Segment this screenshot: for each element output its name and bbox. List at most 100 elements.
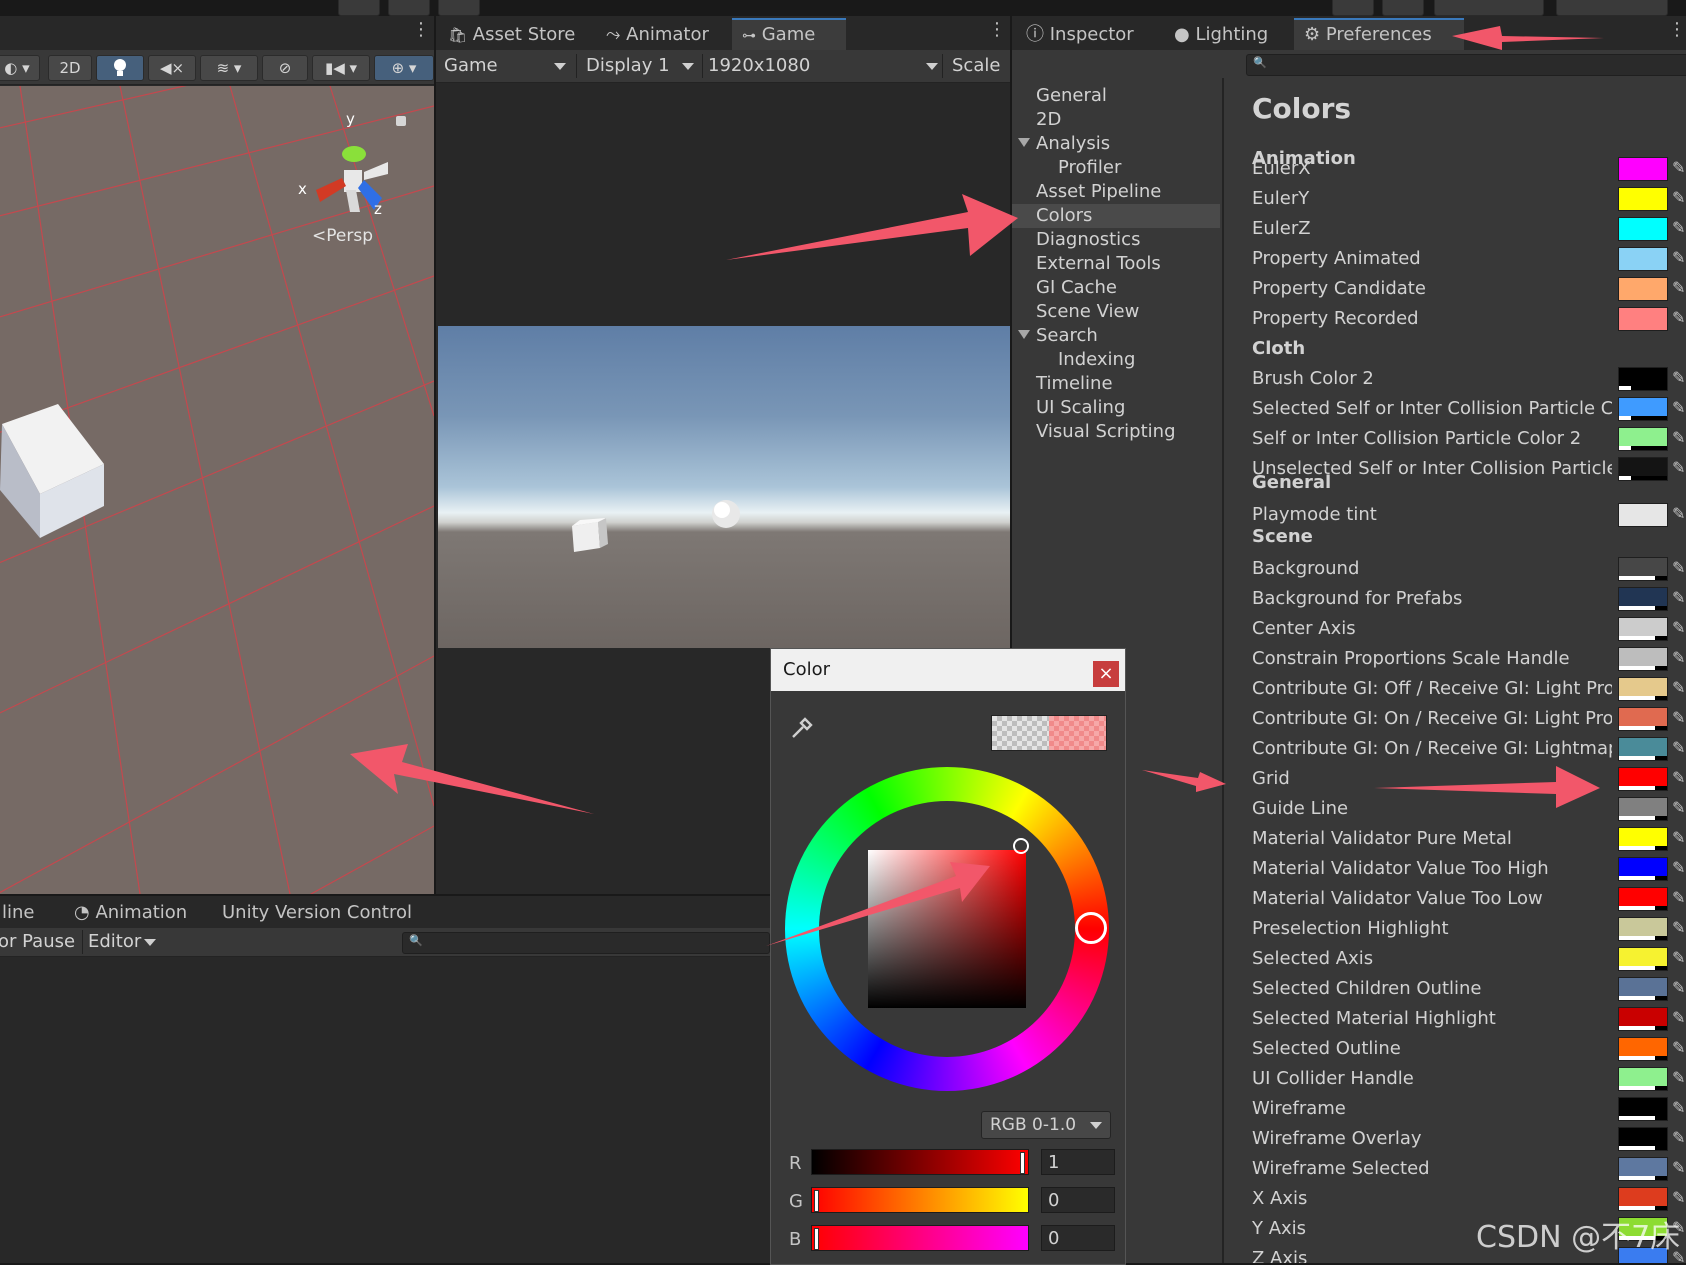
nav-item-analysis[interactable]: Analysis <box>1036 132 1110 156</box>
color-swatch[interactable] <box>1618 1067 1668 1091</box>
color-swatch[interactable] <box>1618 767 1668 791</box>
tab-inspector[interactable]: ⓘ Inspector <box>1016 20 1156 50</box>
error-pause-toggle[interactable]: or Pause <box>0 928 75 956</box>
projection-toggle[interactable]: <Persp <box>312 226 373 246</box>
eyedropper-icon[interactable]: ✎ <box>1672 1068 1685 1088</box>
eyedropper-icon[interactable]: ✎ <box>1672 1188 1685 1208</box>
eyedropper-icon[interactable]: ✎ <box>1672 504 1685 524</box>
eyedropper-icon[interactable]: ✎ <box>1672 1158 1685 1178</box>
tab-timeline[interactable]: line <box>0 898 44 928</box>
color-swatch[interactable] <box>1618 1007 1668 1031</box>
tab-asset-store[interactable]: 🛍 Asset Store <box>438 20 598 50</box>
camera-settings-icon[interactable]: ▮◀ ▾ <box>312 55 370 81</box>
layout-dropdown[interactable] <box>1556 0 1668 16</box>
close-button[interactable]: × <box>1093 661 1119 687</box>
step-button[interactable] <box>438 0 480 16</box>
inspector-more-icon[interactable]: ⋮ <box>1668 21 1686 39</box>
blue-value-field[interactable]: 0 <box>1041 1225 1115 1251</box>
eyedropper-icon[interactable]: ✎ <box>1672 248 1685 268</box>
dialog-titlebar[interactable]: Color <box>771 649 1125 691</box>
saturation-value-square[interactable] <box>868 850 1026 1008</box>
collapse-triangle-icon[interactable] <box>1018 138 1030 147</box>
eyedropper-icon[interactable]: ✎ <box>1672 618 1685 638</box>
nav-item-colors[interactable]: Colors <box>1012 204 1220 228</box>
eyedropper-icon[interactable]: ✎ <box>1672 648 1685 668</box>
color-swatch[interactable] <box>1618 187 1668 211</box>
red-value-field[interactable]: 1 <box>1041 1149 1115 1175</box>
color-swatch[interactable] <box>1618 977 1668 1001</box>
gizmo-lock-icon[interactable] <box>396 116 406 126</box>
color-swatch[interactable] <box>1618 797 1668 821</box>
display-dropdown[interactable]: Display 1 <box>586 50 696 82</box>
search-button[interactable] <box>1382 0 1424 16</box>
eyedropper-icon[interactable]: ✎ <box>1672 368 1685 388</box>
eyedropper-icon[interactable]: ✎ <box>1672 218 1685 238</box>
eyedropper-icon[interactable]: ✎ <box>1672 278 1685 298</box>
color-swatch[interactable] <box>1618 707 1668 731</box>
lighting-toggle-icon[interactable] <box>96 55 144 81</box>
color-swatch[interactable] <box>1618 397 1668 421</box>
collapse-triangle-icon[interactable] <box>1018 330 1030 339</box>
nav-item-diagnostics[interactable]: Diagnostics <box>1036 228 1140 252</box>
toggle-2d-button[interactable]: 2D <box>48 55 92 81</box>
nav-item-profiler[interactable]: Profiler <box>1058 156 1121 180</box>
nav-item-scene-view[interactable]: Scene View <box>1036 300 1139 324</box>
nav-item-search[interactable]: Search <box>1036 324 1098 348</box>
color-swatch[interactable] <box>1618 587 1668 611</box>
hue-wheel[interactable] <box>785 767 1109 1091</box>
tab-preferences[interactable]: ⚙ Preferences <box>1294 18 1464 50</box>
eyedropper-icon[interactable]: ✎ <box>1672 1008 1685 1028</box>
draw-mode-dropdown[interactable]: ◐ ▾ <box>0 55 40 81</box>
pause-button[interactable] <box>388 0 430 16</box>
sv-picker-handle[interactable] <box>1013 838 1029 854</box>
eyedropper-icon[interactable]: ✎ <box>1672 428 1685 448</box>
play-button[interactable] <box>338 0 380 16</box>
scale-label[interactable]: Scale <box>952 50 1000 82</box>
eyedropper-icon[interactable]: ✎ <box>1672 308 1685 328</box>
effects-toggle-icon[interactable]: ≋ ▾ <box>200 55 258 81</box>
color-swatch[interactable] <box>1618 367 1668 391</box>
eyedropper-icon[interactable]: ✎ <box>1672 798 1685 818</box>
eyedropper-icon[interactable]: ✎ <box>1672 828 1685 848</box>
slider-handle[interactable] <box>814 1190 819 1212</box>
blue-slider[interactable] <box>811 1225 1029 1251</box>
editor-dropdown[interactable]: Editor <box>88 928 156 956</box>
eyedropper-icon[interactable] <box>789 715 815 741</box>
game-more-icon[interactable]: ⋮ <box>988 21 1006 39</box>
eyedropper-icon[interactable]: ✎ <box>1672 558 1685 578</box>
color-swatch[interactable] <box>1618 887 1668 911</box>
color-swatch[interactable] <box>1618 677 1668 701</box>
eyedropper-icon[interactable]: ✎ <box>1672 158 1685 178</box>
eyedropper-icon[interactable]: ✎ <box>1672 948 1685 968</box>
visibility-toggle-icon[interactable]: ⊘ <box>262 55 308 81</box>
nav-item-visual-scripting[interactable]: Visual Scripting <box>1036 420 1176 444</box>
tab-game[interactable]: ⊶ Game <box>732 18 846 50</box>
nav-item-ui-scaling[interactable]: UI Scaling <box>1036 396 1125 420</box>
eyedropper-icon[interactable]: ✎ <box>1672 678 1685 698</box>
preferences-search-input[interactable]: 🔍 <box>1246 54 1686 76</box>
color-swatch[interactable] <box>1618 157 1668 181</box>
eyedropper-icon[interactable]: ✎ <box>1672 768 1685 788</box>
game-view-dropdown[interactable]: Game <box>444 50 570 82</box>
scene-more-icon[interactable]: ⋮ <box>412 21 430 39</box>
eyedropper-icon[interactable]: ✎ <box>1672 458 1685 478</box>
tab-animator[interactable]: ⤳ Animator <box>596 20 736 50</box>
color-swatch[interactable] <box>1618 617 1668 641</box>
nav-item-external-tools[interactable]: External Tools <box>1036 252 1161 276</box>
color-swatch[interactable] <box>1618 1127 1668 1151</box>
eyedropper-icon[interactable]: ✎ <box>1672 918 1685 938</box>
nav-item-2d[interactable]: 2D <box>1036 108 1061 132</box>
color-swatch[interactable] <box>1618 857 1668 881</box>
color-swatch[interactable] <box>1618 427 1668 451</box>
resolution-dropdown[interactable]: 1920x1080 <box>708 50 948 82</box>
nav-item-asset-pipeline[interactable]: Asset Pipeline <box>1036 180 1161 204</box>
nav-item-timeline[interactable]: Timeline <box>1036 372 1113 396</box>
layers-dropdown[interactable] <box>1434 0 1544 16</box>
color-swatch[interactable] <box>1618 1187 1668 1211</box>
nav-item-indexing[interactable]: Indexing <box>1058 348 1135 372</box>
color-swatch[interactable] <box>1618 917 1668 941</box>
scene-viewport[interactable]: y x z <Persp <box>0 86 434 894</box>
eyedropper-icon[interactable]: ✎ <box>1672 398 1685 418</box>
color-swatch[interactable] <box>1618 737 1668 761</box>
color-swatch[interactable] <box>1618 827 1668 851</box>
